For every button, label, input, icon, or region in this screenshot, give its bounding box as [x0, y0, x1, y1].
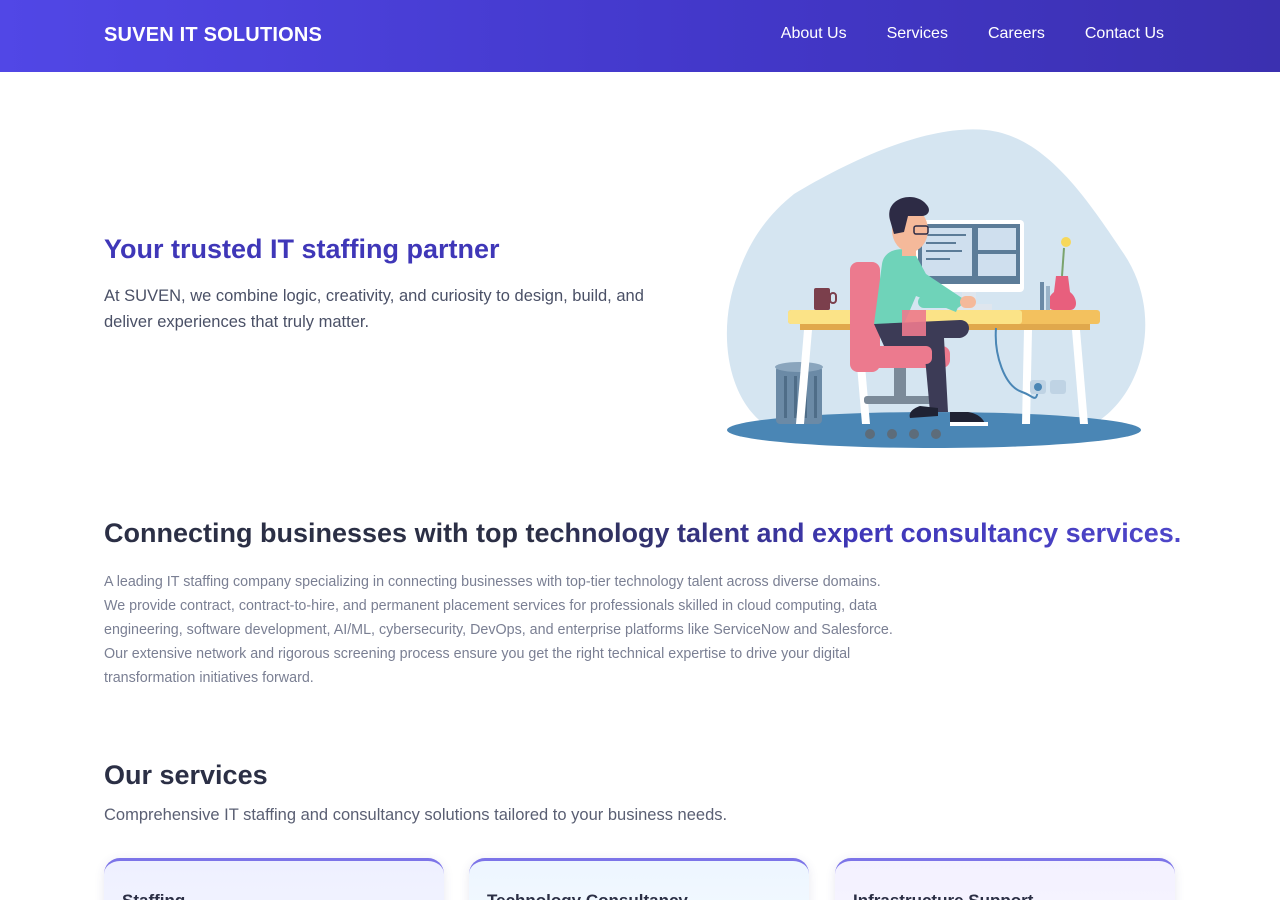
service-card-technology-consultancy[interactable]: Technology Consultancy — [469, 858, 809, 900]
services-subtitle: Comprehensive IT staffing and consultanc… — [104, 806, 728, 824]
service-card-infrastructure-support[interactable]: Infrastructure Support — [835, 858, 1175, 900]
developer-at-desk-illustration — [724, 124, 1152, 454]
service-card-title: Infrastructure Support — [853, 891, 1157, 900]
top-navbar: SUVEN IT SOLUTIONS About Us Services Car… — [0, 0, 1280, 72]
service-card-staffing[interactable]: Staffing — [104, 858, 444, 900]
brand-logo-text[interactable]: SUVEN IT SOLUTIONS — [104, 24, 322, 47]
hero-title: Your trusted IT staffing partner — [104, 234, 500, 264]
illustration-svg — [726, 129, 1146, 448]
main-nav: About Us Services Careers Contact Us — [781, 25, 1164, 43]
nav-about-us[interactable]: About Us — [781, 25, 847, 43]
intro-tagline: Connecting businesses with top technolog… — [104, 518, 1182, 548]
hero-text: At SUVEN, we combine logic, creativity, … — [104, 287, 644, 331]
service-card-title: Staffing — [122, 891, 426, 900]
nav-services[interactable]: Services — [887, 25, 948, 43]
nav-careers[interactable]: Careers — [988, 25, 1045, 43]
nav-contact-us[interactable]: Contact Us — [1085, 25, 1164, 43]
services-title: Our services — [104, 760, 268, 790]
intro-description: A leading IT staffing company specializi… — [104, 574, 893, 686]
service-card-title: Technology Consultancy — [487, 891, 791, 900]
